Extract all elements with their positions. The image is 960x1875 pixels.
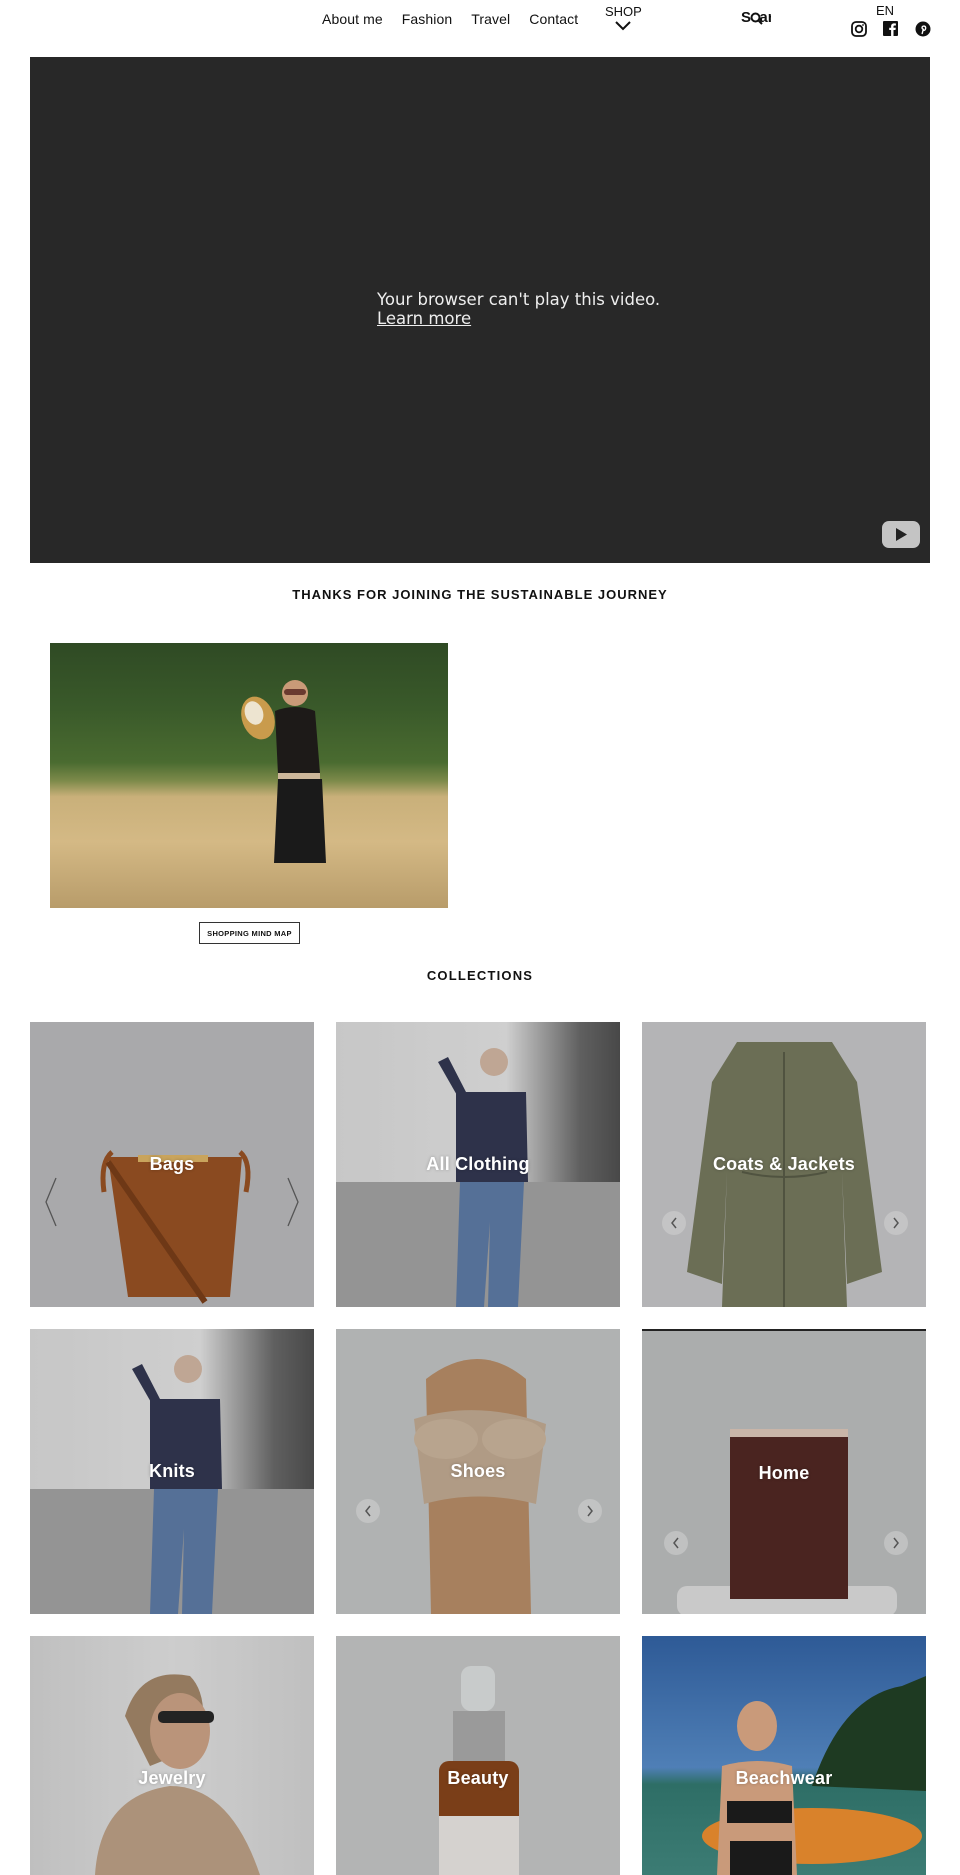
- nav-about-me[interactable]: About me: [322, 11, 383, 27]
- nav-fashion[interactable]: Fashion: [402, 11, 453, 27]
- shop-label: SHOP: [605, 4, 642, 19]
- collection-tile-jewelry[interactable]: Jewelry: [30, 1636, 314, 1875]
- collection-tile-bags[interactable]: Bags: [30, 1022, 314, 1307]
- previous-arrow-icon[interactable]: [356, 1499, 380, 1523]
- instagram-icon[interactable]: [849, 19, 868, 38]
- previous-arrow-icon[interactable]: [662, 1211, 686, 1235]
- site-header: About me Fashion Travel Contact SHOP Sea…: [0, 0, 960, 50]
- thanks-heading: THANKS FOR JOINING THE SUSTAINABLE JOURN…: [292, 587, 668, 602]
- video-error-text: Your browser can't play this video.: [377, 290, 661, 309]
- collection-label: Shoes: [450, 1461, 506, 1481]
- main-nav: About me Fashion Travel Contact: [322, 11, 597, 27]
- collection-label: Coats & Jackets: [712, 1154, 856, 1174]
- language-selector[interactable]: EN: [876, 3, 894, 18]
- nav-contact[interactable]: Contact: [529, 11, 578, 27]
- youtube-play-icon[interactable]: [882, 521, 920, 548]
- collection-tile-shoes[interactable]: Shoes: [336, 1329, 620, 1614]
- next-arrow-icon[interactable]: [286, 1177, 300, 1227]
- shopping-mind-map-button[interactable]: SHOPPING MIND MAP: [199, 922, 300, 944]
- learn-more-link[interactable]: Learn more: [377, 309, 660, 328]
- collection-tile-all-clothing[interactable]: All Clothing: [336, 1022, 620, 1307]
- next-arrow-icon[interactable]: [884, 1531, 908, 1555]
- chevron-down-icon: [615, 21, 631, 31]
- collection-tile-coats-jackets[interactable]: Coats & Jackets: [642, 1022, 926, 1307]
- search-icon: [750, 12, 763, 25]
- collection-label: All Clothing: [426, 1154, 530, 1174]
- serum-bottle-image: [439, 1666, 519, 1875]
- shop-menu[interactable]: SHOP: [605, 4, 642, 32]
- social-links: [849, 19, 932, 38]
- pinterest-icon[interactable]: [913, 19, 932, 38]
- collection-tile-beauty[interactable]: Beauty: [336, 1636, 620, 1875]
- next-arrow-icon[interactable]: [884, 1211, 908, 1235]
- hero-photo: [50, 643, 448, 908]
- previous-arrow-icon[interactable]: [664, 1531, 688, 1555]
- video-player[interactable]: Your browser can't play this video. Lear…: [30, 57, 930, 563]
- video-error-message: Your browser can't play this video. Lear…: [377, 290, 660, 328]
- collection-label: Beachwear: [735, 1768, 833, 1788]
- collection-label: Jewelry: [138, 1768, 206, 1788]
- collection-label: Knits: [149, 1461, 195, 1481]
- facebook-icon[interactable]: [881, 19, 900, 38]
- search-button[interactable]: Search: [741, 9, 771, 26]
- previous-arrow-icon[interactable]: [44, 1177, 58, 1227]
- nav-travel[interactable]: Travel: [471, 11, 510, 27]
- collection-tile-home[interactable]: Home: [642, 1329, 926, 1614]
- collection-tile-beachwear[interactable]: Beachwear: [642, 1636, 926, 1875]
- woman-in-field-image: [241, 680, 326, 863]
- collection-label: Home: [758, 1463, 810, 1483]
- collections-heading: COLLECTIONS: [426, 968, 534, 983]
- collection-label: Beauty: [447, 1768, 509, 1788]
- collection-label: Bags: [149, 1154, 195, 1174]
- next-arrow-icon[interactable]: [578, 1499, 602, 1523]
- collection-tile-knits[interactable]: Knits: [30, 1329, 314, 1614]
- woman-boat-image: [702, 1676, 926, 1875]
